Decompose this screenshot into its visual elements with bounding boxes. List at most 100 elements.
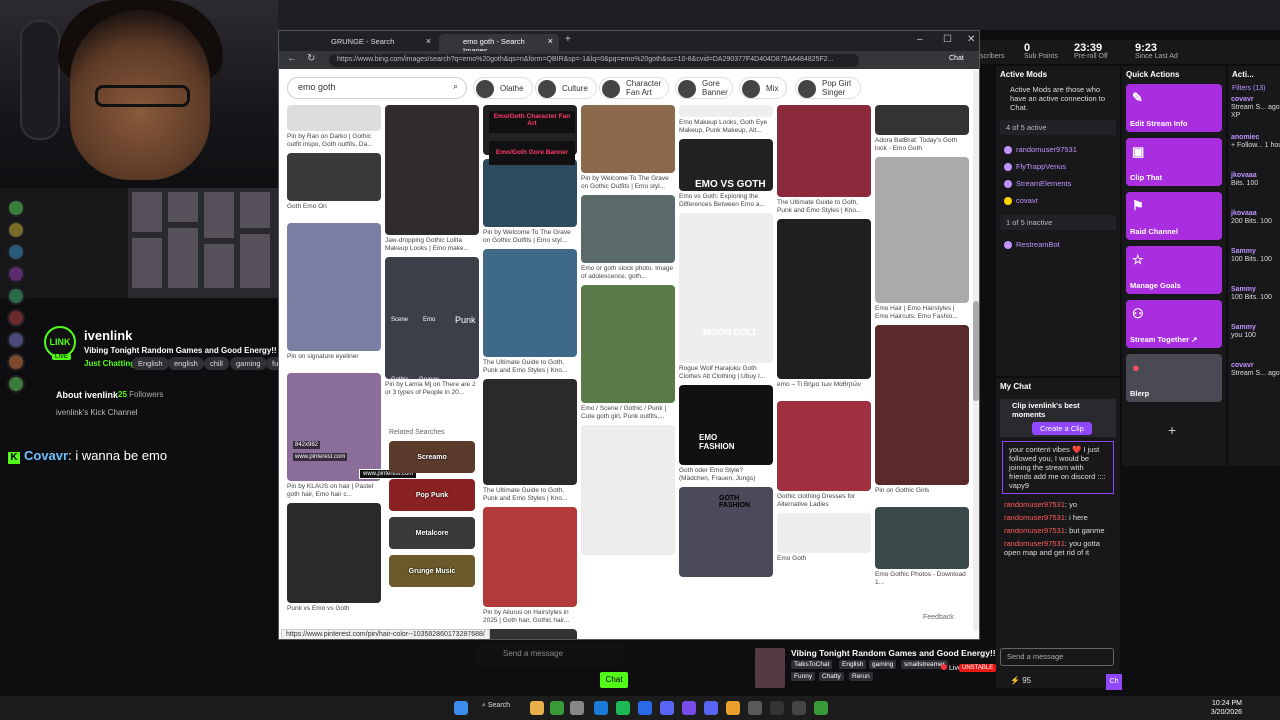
image-caption[interactable]: Pin on signature eyeliner xyxy=(287,353,381,369)
image-thumbnail[interactable] xyxy=(287,153,381,201)
image-result[interactable]: emo – Τι Βήμα των Μαθητών xyxy=(777,219,871,397)
app-icon[interactable] xyxy=(682,701,696,715)
image-result[interactable]: Pin by Ran on Darko | Gothic outfit insp… xyxy=(287,105,381,149)
spotify-icon[interactable] xyxy=(616,701,630,715)
image-thumbnail[interactable] xyxy=(483,159,577,227)
blerp-button[interactable]: ● Blerp xyxy=(1126,354,1222,402)
create-clip-button[interactable]: Create a Clip xyxy=(1032,422,1092,435)
image-result[interactable]: Emo Goth xyxy=(777,513,871,571)
activity-item[interactable]: Sammy 100 Bits. 100 xyxy=(1228,284,1280,320)
image-caption[interactable]: Adora BatBrat: Today's Goth look - Emo G… xyxy=(875,137,969,153)
mod-user[interactable]: FlyTrappVenus xyxy=(996,158,1120,175)
image-caption[interactable]: Pin by Welcome To The Grave on Gothic Ou… xyxy=(581,175,675,191)
related-search-metalcore[interactable]: Metalcore xyxy=(389,517,475,549)
mod-user[interactable]: StreamElements xyxy=(996,175,1120,192)
channel-avatar-icon[interactable] xyxy=(7,221,25,239)
minimize-icon[interactable]: – xyxy=(917,34,923,45)
edit-stream-info-button[interactable]: ✎ Edit Stream Info xyxy=(1126,84,1222,132)
image-result[interactable]: Emo Makeup Looks, Goth Eye Makeup, Punk … xyxy=(679,105,773,135)
image-result[interactable]: Pin by Ailurus on Hairstyles in 2025 | G… xyxy=(483,507,577,625)
channel-avatar-icon[interactable] xyxy=(7,199,25,217)
channel-avatar-icon[interactable] xyxy=(7,265,25,283)
image-result[interactable]: Pin by Lamia Mj on There are 2 or 3 type… xyxy=(385,257,479,397)
channel-avatar-icon[interactable] xyxy=(7,309,25,327)
image-thumbnail[interactable] xyxy=(777,401,871,491)
raid-channel-button[interactable]: ⚑ Raid Channel xyxy=(1126,192,1222,240)
image-result[interactable] xyxy=(581,425,675,555)
close-icon[interactable]: × xyxy=(426,36,431,46)
suggestion-chip[interactable]: Gore Banner xyxy=(675,77,733,99)
stream-chat-button[interactable]: Chat xyxy=(600,672,628,688)
channel-avatar-icon[interactable] xyxy=(7,287,25,305)
scrollbar[interactable] xyxy=(973,71,979,631)
chat-username[interactable]: randomuser97531 xyxy=(1004,526,1065,535)
image-caption[interactable]: The Ultimate Guide to Goth, Punk and Emo… xyxy=(483,359,577,375)
activity-item[interactable]: Sammy 100 Bits. 100 xyxy=(1228,246,1280,282)
mod-user[interactable]: RestreamBot xyxy=(996,236,1120,253)
image-thumbnail[interactable] xyxy=(679,213,773,363)
suggestion-chip[interactable]: Character Fan Art xyxy=(599,77,669,99)
add-action-button[interactable]: + xyxy=(1168,422,1176,438)
activity-item[interactable]: covavr Stream S... ago XP xyxy=(1228,94,1280,130)
channel-avatar-icon[interactable] xyxy=(7,353,25,371)
image-caption[interactable]: Rogue Wolf Harajuku Goth Clothes Alt Clo… xyxy=(679,365,773,381)
gore-banner[interactable]: Emo/Goth Gore Banner xyxy=(489,141,575,165)
system-clock[interactable]: 10:24 PM 3/20/2026 xyxy=(1211,699,1242,717)
image-result[interactable]: Goth Emo On xyxy=(287,153,381,219)
new-tab-icon[interactable]: + xyxy=(565,34,571,45)
copilot-chat-button[interactable]: Chat xyxy=(949,55,964,62)
activity-item[interactable]: anomiec+ Follow... 1 hours ag xyxy=(1228,132,1280,168)
image-search-input[interactable]: emo goth ⌕ xyxy=(287,77,467,99)
character-fan-art-banner[interactable]: Emo/Goth Character Fan Art xyxy=(489,111,575,133)
image-result[interactable]: Emo Hair | Emo Hairstyles | Emo Haircuts… xyxy=(875,157,969,321)
image-caption[interactable]: Goth Emo On xyxy=(287,203,381,219)
stream-together-button[interactable]: ⚇ Stream Together ↗ xyxy=(1126,300,1222,348)
image-thumbnail[interactable] xyxy=(385,105,479,235)
activity-item[interactable]: jkovaaa 200 Bits. 100 xyxy=(1228,208,1280,244)
stream-tag[interactable]: chill xyxy=(204,357,229,370)
filters-button[interactable]: Filters (13) xyxy=(1228,83,1280,94)
windows-start-icon[interactable] xyxy=(454,701,468,715)
image-caption[interactable]: Jaw-dropping Gothic Lolita Makeup Looks … xyxy=(385,237,479,253)
image-result[interactable]: Gothic clothing Dresses for Alternative … xyxy=(777,401,871,509)
image-result[interactable]: Rogue Wolf Harajuku Goth Clothes Alt Clo… xyxy=(679,213,773,381)
image-result[interactable]: Jaw-dropping Gothic Lolita Makeup Looks … xyxy=(385,105,479,253)
image-thumbnail[interactable] xyxy=(483,379,577,485)
image-caption[interactable]: The Ultimate Guide to Goth, Punk and Emo… xyxy=(483,487,577,503)
mod-user[interactable]: randomuser97531 xyxy=(996,141,1120,158)
app-icon[interactable] xyxy=(726,701,740,715)
image-caption[interactable]: Pin by Ran on Darko | Gothic outfit insp… xyxy=(287,133,381,149)
image-caption[interactable]: Goth oder Emo Style? (Mädchen, Frauen, J… xyxy=(679,467,773,483)
related-search-screamo[interactable]: Screamo xyxy=(389,441,475,473)
suggestion-chip[interactable]: Pop Girl Singer xyxy=(795,77,861,99)
activity-item[interactable]: covavr Stream S... ago xyxy=(1228,360,1280,396)
image-thumbnail[interactable] xyxy=(875,157,969,303)
stream-tag[interactable]: gaming xyxy=(230,357,267,370)
activity-item[interactable]: Sammy you 100 xyxy=(1228,322,1280,358)
app-icon[interactable] xyxy=(638,701,652,715)
image-result[interactable]: The Ultimate Guide to Goth, Punk and Emo… xyxy=(483,379,577,503)
stream-preview-card[interactable]: Vibing Tonight Random Games and Good Ene… xyxy=(755,646,997,690)
obs-icon[interactable] xyxy=(770,701,784,715)
image-thumbnail[interactable] xyxy=(875,507,969,569)
settings-icon[interactable] xyxy=(570,701,584,715)
image-result[interactable]: The Ultimate Guide to Goth, Punk and Emo… xyxy=(483,249,577,375)
image-caption[interactable]: Emo Gothic Photos - Download 1... xyxy=(875,571,969,587)
image-thumbnail[interactable] xyxy=(483,629,577,639)
app-icon[interactable] xyxy=(748,701,762,715)
app-icon[interactable] xyxy=(704,701,718,715)
stream-chat-input[interactable]: Send a message xyxy=(475,644,625,666)
chat-send-button[interactable]: Ch xyxy=(1106,674,1122,690)
scrollbar-thumb[interactable] xyxy=(973,301,979,401)
image-thumbnail[interactable] xyxy=(287,503,381,603)
image-result[interactable]: The Ultimate Guide to Goth, Punk and Emo… xyxy=(777,105,871,215)
activity-item[interactable]: jkovaaa Bits. 100 xyxy=(1228,170,1280,206)
suggestion-chip[interactable]: Culture xyxy=(535,77,597,99)
image-caption[interactable]: The Ultimate Guide to Goth, Punk and Emo… xyxy=(777,199,871,215)
image-caption[interactable]: Gothic clothing Dresses for Alternative … xyxy=(777,493,871,509)
chat-username[interactable]: randomuser97531 xyxy=(1004,539,1065,548)
image-thumbnail[interactable] xyxy=(777,219,871,379)
image-caption[interactable]: Emo Hair | Emo Hairstyles | Emo Haircuts… xyxy=(875,305,969,321)
manage-goals-button[interactable]: ☆ Manage Goals xyxy=(1126,246,1222,294)
image-result[interactable]: Emo / Scene / Gothic / Punk | Cute goth … xyxy=(581,285,675,421)
